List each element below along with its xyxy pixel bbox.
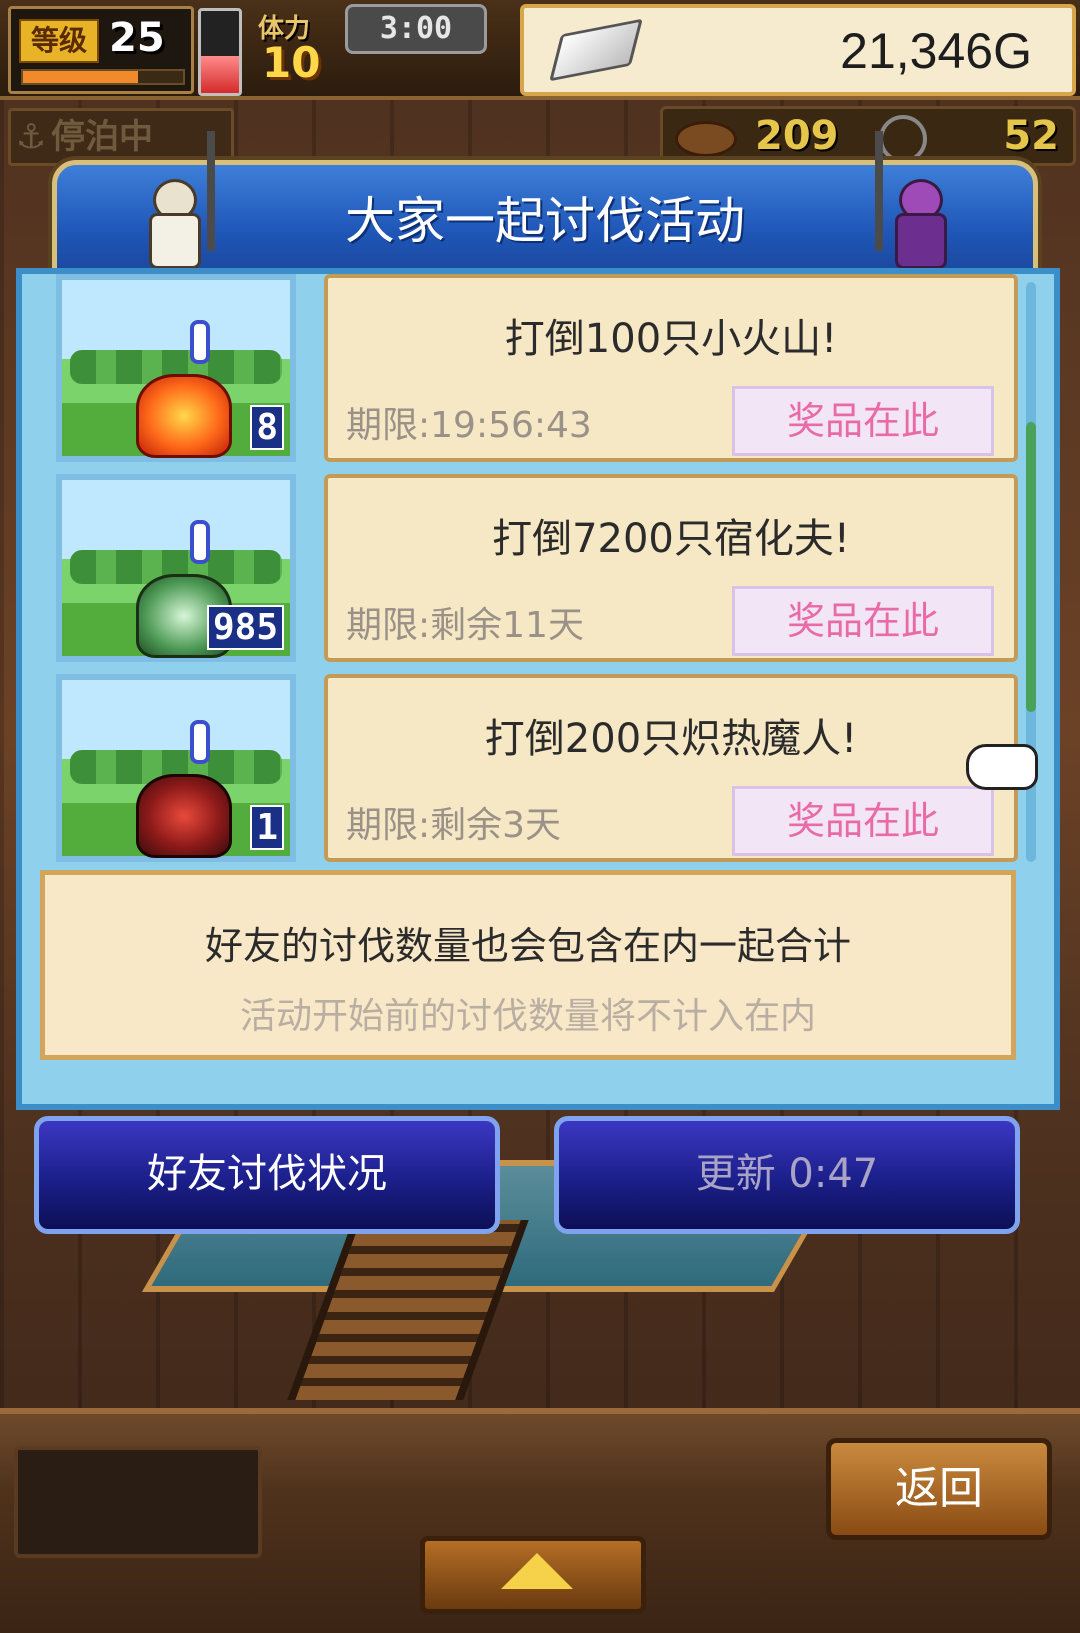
event-row: 1 打倒200只炽热魔人! 期限:剩余3天 奖品在此	[38, 674, 1038, 870]
prize-button[interactable]: 奖品在此	[732, 786, 994, 856]
event-deadline: 期限:剩余3天	[346, 805, 562, 846]
stamina-gauge-fill	[201, 56, 239, 93]
gold-panel[interactable]: 21,346G	[520, 4, 1076, 96]
status-strip: ⚓ 停泊中 209 52	[0, 100, 1080, 166]
dialog-header: 大家一起讨伐活动	[52, 131, 1038, 282]
info-box: 好友的讨伐数量也会包含在内一起合计 活动开始前的讨伐数量将不计入在内	[40, 870, 1016, 1060]
resource-bar: 209 52	[660, 106, 1076, 166]
exclamation-icon	[190, 720, 210, 764]
dialog-body: 8 打倒100只小火山! 期限:19:56:43 奖品在此 985 打倒7200…	[16, 268, 1060, 1110]
event-card: 打倒200只炽热魔人! 期限:剩余3天 奖品在此	[324, 674, 1018, 862]
stamina-timer: 3:00	[345, 4, 487, 54]
dialog-title: 大家一起讨伐活动	[345, 192, 745, 250]
refresh-button[interactable]: 更新 0:47	[554, 1116, 1020, 1234]
gold-value: 21,346G	[840, 23, 1032, 79]
monster-thumbnail[interactable]: 8	[56, 274, 296, 462]
event-card: 打倒100只小火山! 期限:19:56:43 奖品在此	[324, 274, 1018, 462]
level-value: 25	[109, 15, 165, 61]
level-label: 等级	[19, 19, 99, 63]
ring-icon	[879, 115, 927, 163]
info-secondary-text: 活动开始前的讨伐数量将不计入在内	[239, 996, 816, 1037]
exp-bar	[21, 69, 185, 85]
level-panel: 等级 25	[8, 6, 194, 94]
exp-bar-fill	[23, 71, 139, 83]
prize-button[interactable]: 奖品在此	[732, 386, 994, 456]
event-row: 8 打倒100只小火山! 期限:19:56:43 奖品在此	[38, 274, 1038, 470]
lava-demon-monster-icon	[136, 774, 232, 858]
exclamation-icon	[190, 520, 210, 564]
top-hud: 等级 25 体力 10 3:00 21,346G	[0, 0, 1080, 100]
port-status-label: 停泊中	[51, 117, 153, 157]
message-slot	[14, 1446, 262, 1558]
exclamation-icon	[190, 320, 210, 364]
info-primary-text: 好友的讨伐数量也会包含在内一起合计	[204, 924, 851, 968]
monster-thumbnail[interactable]: 985	[56, 474, 296, 662]
event-title: 打倒200只炽热魔人!	[484, 716, 858, 762]
event-deadline: 期限:19:56:43	[346, 405, 592, 446]
pointing-hand-icon	[966, 744, 1038, 790]
expand-menu-button[interactable]	[420, 1536, 646, 1614]
monster-thumbnail[interactable]: 1	[56, 674, 296, 862]
kill-count: 1	[250, 805, 284, 850]
stamina-value: 10	[262, 38, 321, 87]
event-deadline: 期限:剩余11天	[346, 605, 584, 646]
back-button[interactable]: 返回	[826, 1438, 1052, 1540]
event-row: 985 打倒7200只宿化夫! 期限:剩余11天 奖品在此	[38, 474, 1038, 670]
silver-ingot-icon	[549, 18, 643, 82]
event-title: 打倒100只小火山!	[504, 316, 838, 362]
kill-count: 985	[206, 605, 284, 650]
port-status: ⚓ 停泊中	[8, 108, 234, 166]
food-icon	[675, 121, 737, 157]
fire-monster-icon	[136, 374, 232, 458]
event-card: 打倒7200只宿化夫! 期限:剩余11天 奖品在此	[324, 474, 1018, 662]
friend-status-button[interactable]: 好友讨伐状况	[34, 1116, 500, 1234]
resource-b-value: 52	[1003, 113, 1059, 159]
bottom-bar: 返回	[0, 1408, 1080, 1633]
prize-button[interactable]: 奖品在此	[732, 586, 994, 656]
scrollbar-thumb[interactable]	[1026, 422, 1036, 712]
up-arrow-icon	[501, 1553, 573, 1589]
resource-a-value: 209	[755, 113, 839, 159]
stamina-gauge	[198, 8, 242, 96]
kill-count: 8	[250, 405, 284, 450]
anchor-icon: ⚓	[15, 117, 47, 157]
event-title: 打倒7200只宿化夫!	[492, 516, 850, 562]
